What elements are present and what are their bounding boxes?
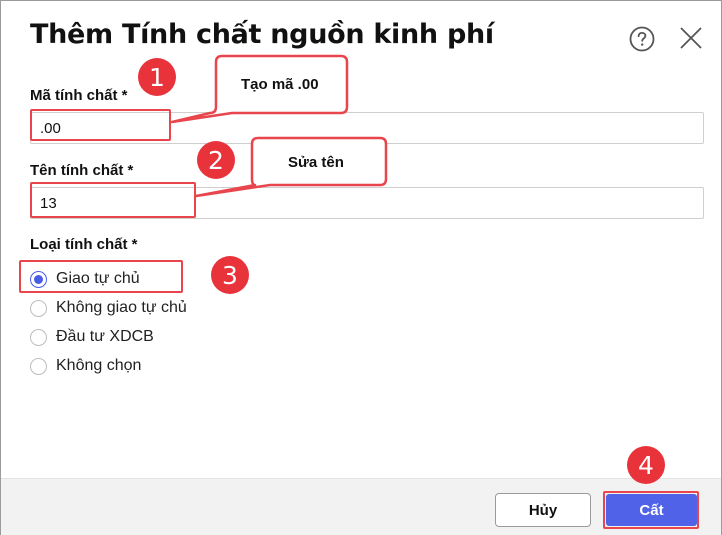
dialog-title: Thêm Tính chất nguồn kinh phí xyxy=(30,19,494,50)
highlight-save-button xyxy=(603,491,699,529)
step-badge-4: 4 xyxy=(627,446,665,484)
close-icon[interactable] xyxy=(679,26,703,50)
cancel-button[interactable]: Hủy xyxy=(495,493,591,527)
highlight-radio-giao-tu-chu xyxy=(19,260,183,293)
radio-option-khong-giao-tu-chu[interactable]: Không giao tự chủ xyxy=(30,297,187,319)
radio-option-label: Đầu tư XDCB xyxy=(56,328,154,345)
radio-option-khong-chon[interactable]: Không chọn xyxy=(30,355,141,377)
radio-button[interactable] xyxy=(30,328,47,346)
highlight-code-input xyxy=(30,109,171,141)
callout-text-1: Tạo mã .00 xyxy=(241,76,319,93)
type-label: Loại tính chất * xyxy=(30,236,138,253)
help-circle-icon[interactable] xyxy=(629,26,655,52)
step-badge-3: 3 xyxy=(211,256,249,294)
radio-button[interactable] xyxy=(30,357,47,375)
radio-option-label: Không chọn xyxy=(56,357,142,374)
radio-button[interactable] xyxy=(30,299,47,317)
step-badge-2: 2 xyxy=(197,141,235,179)
highlight-name-input xyxy=(30,182,196,218)
callout-text-2: Sửa tên xyxy=(288,154,344,171)
radio-option-label: Không giao tự chủ xyxy=(56,299,187,316)
code-label: Mã tính chất * xyxy=(30,87,128,104)
name-label: Tên tính chất * xyxy=(30,162,134,179)
radio-option-dau-tu-xdcb[interactable]: Đầu tư XDCB xyxy=(30,326,154,348)
step-badge-1: 1 xyxy=(138,58,176,96)
